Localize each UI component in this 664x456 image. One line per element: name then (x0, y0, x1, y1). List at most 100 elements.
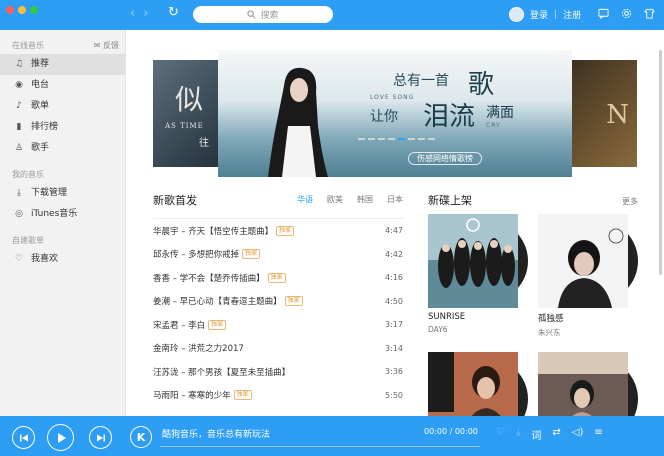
album-name[interactable]: SUNRISE (428, 312, 526, 322)
register-link[interactable]: 注册 (563, 8, 581, 21)
exclusive-badge: 独家 (284, 296, 303, 307)
sidebar-item-favorites[interactable]: ♡ 我喜欢 (0, 249, 125, 270)
banner-prev-subtext-2: 往 (199, 138, 209, 149)
song-row[interactable]: 金南玲 – 洪荒之力2017 3:14 (153, 337, 403, 361)
play-button[interactable] (47, 424, 74, 451)
vertical-scrollbar[interactable] (659, 50, 662, 275)
banner-girl-image (268, 67, 328, 177)
banner-next-slide[interactable]: N (567, 60, 637, 167)
song-row[interactable]: 姜潮 – 早已心动【青春逗主题曲】 独家 4:50 (153, 290, 403, 314)
user-icon: ♙ (14, 143, 24, 153)
sidebar-item-singers[interactable]: ♙ 歌手 (0, 138, 125, 159)
banner-small-text: LOVE SONG (370, 94, 415, 101)
loop-mode-icon[interactable]: ⇄ (552, 427, 560, 442)
gear-icon[interactable] (621, 8, 632, 19)
carousel-dot[interactable] (418, 138, 425, 140)
feedback-button[interactable]: ✉ 反馈 (94, 38, 119, 54)
avatar[interactable] (509, 7, 524, 22)
sidebar-item-itunes[interactable]: ◎ iTunes音乐 (0, 204, 125, 225)
sidebar-item-label: 推荐 (31, 59, 50, 69)
login-link[interactable]: 登录 (530, 8, 548, 21)
song-row[interactable]: 宋孟君 – 李白 独家 3:17 (153, 313, 403, 337)
sidebar-item-recommend[interactable]: ♫ 推荐 (0, 54, 125, 75)
album-cover-image (428, 214, 518, 308)
skin-icon[interactable] (644, 8, 655, 19)
play-icon (57, 432, 66, 443)
song-name: 邱永传 – 多想把你戒掉 (153, 250, 240, 261)
carousel-dot[interactable] (408, 138, 415, 140)
banner-headline-1a: 总有一首 (393, 73, 449, 89)
banner-headline-2c: 满面 (486, 105, 514, 121)
album-cover[interactable] (428, 214, 528, 308)
exclusive-badge: 独家 (208, 319, 227, 330)
song-name: 马雨阳 – 寒寒的少年 (153, 391, 231, 402)
close-window-button[interactable] (6, 6, 14, 14)
song-name: 汪苏泷 – 那个男孩【夏至未至插曲】 (153, 367, 291, 378)
album-card[interactable] (538, 352, 638, 416)
search-input[interactable]: 搜索 (193, 6, 333, 23)
user-area: 登录 | 注册 (509, 7, 581, 22)
album-cover[interactable] (538, 352, 638, 416)
banner-prev-slide[interactable]: 似 AS TIME 往 (153, 60, 223, 167)
next-track-button[interactable] (89, 426, 112, 449)
tab-korean[interactable]: 韩国 (357, 194, 373, 205)
carousel-dot[interactable] (388, 138, 395, 140)
forward-arrow-icon[interactable]: › (143, 6, 148, 21)
tab-western[interactable]: 欧美 (327, 194, 343, 205)
album-cover[interactable] (538, 214, 638, 308)
song-duration: 3:17 (385, 320, 403, 330)
tab-chinese[interactable]: 华语 (297, 194, 313, 205)
album-artist[interactable]: DAY6 (428, 325, 526, 334)
banner-carousel[interactable]: 似 AS TIME 往 N 总有一首 歌 LOVE SONG 让你 泪流 满面 … (153, 48, 637, 178)
sidebar-item-playlist[interactable]: ♪ 歌单 (0, 96, 125, 117)
playback-time: 00:00 / 00:00 (424, 427, 478, 436)
song-row[interactable]: 华晨宇 – 齐天【悟空传主题曲】 独家 4:47 (153, 219, 403, 243)
carousel-dot[interactable] (358, 138, 365, 140)
song-row[interactable]: 汪苏泷 – 那个男孩【夏至未至插曲】 3:36 (153, 360, 403, 384)
banner-small-text-2: CRY (486, 122, 501, 129)
banner-cta-button[interactable]: 伤感网络情歌榜 (408, 152, 482, 165)
message-icon[interactable] (598, 8, 609, 19)
tab-japanese[interactable]: 日本 (387, 194, 403, 205)
feedback-label: 反馈 (103, 41, 119, 50)
sidebar-item-label: 排行榜 (31, 122, 59, 132)
sidebar-item-downloads[interactable]: ⤓ 下载管理 (0, 183, 125, 204)
refresh-icon[interactable]: ↻ (168, 5, 179, 20)
heart-icon[interactable]: ♡ (496, 427, 505, 442)
top-icons (598, 8, 655, 19)
album-card[interactable]: 孤独感 朱兴东 (538, 214, 638, 338)
sidebar-item-charts[interactable]: ▮ 排行榜 (0, 117, 125, 138)
song-row[interactable]: 马雨阳 – 寒寒的少年 独家 5:50 (153, 384, 403, 408)
carousel-dot-active[interactable] (398, 138, 405, 140)
album-card[interactable] (428, 352, 528, 416)
progress-bar[interactable] (160, 446, 480, 447)
song-duration: 4:42 (385, 249, 403, 259)
download-icon[interactable]: ⤓ (516, 427, 520, 442)
lyrics-button[interactable]: 词 (531, 427, 541, 442)
album-cover[interactable] (428, 352, 528, 416)
minimize-window-button[interactable] (18, 6, 26, 14)
carousel-dot[interactable] (428, 138, 435, 140)
song-row[interactable]: 邱永传 – 多想把你戒掉 独家 4:42 (153, 243, 403, 267)
sidebar-item-radio[interactable]: ◉ 电台 (0, 75, 125, 96)
kugou-logo[interactable]: K (130, 426, 152, 448)
more-link[interactable]: 更多 (622, 196, 638, 207)
previous-track-button[interactable] (12, 426, 35, 449)
album-name[interactable]: 孤独感 (538, 312, 636, 324)
top-bar: ‹ › ↻ 搜索 登录 | 注册 (0, 0, 664, 30)
album-card[interactable]: SUNRISE DAY6 (428, 214, 528, 334)
carousel-dot[interactable] (378, 138, 385, 140)
back-arrow-icon[interactable]: ‹ (130, 6, 135, 21)
album-artist[interactable]: 朱兴东 (538, 327, 636, 338)
song-row[interactable]: 香香 – 学不会【楚乔传插曲】 独家 4:16 (153, 266, 403, 290)
banner-main-slide[interactable]: 总有一首 歌 LOVE SONG 让你 泪流 满面 CRY 伤感网络情歌榜 (218, 50, 572, 177)
new-albums-title: 新碟上架 (428, 194, 472, 207)
playlist-queue-icon[interactable]: ≡ (594, 427, 602, 442)
carousel-dot[interactable] (368, 138, 375, 140)
maximize-window-button[interactable] (30, 6, 38, 14)
album-cover-image (428, 352, 518, 416)
song-name: 宋孟君 – 李白 (153, 320, 206, 331)
sidebar: 在线音乐 ✉ 反馈 ♫ 推荐 ◉ 电台 ♪ 歌单 ▮ 排行榜 ♙ 歌手 我的音乐… (0, 30, 126, 416)
volume-icon[interactable]: ◁) (572, 427, 584, 442)
song-name: 金南玲 – 洪荒之力2017 (153, 344, 244, 355)
